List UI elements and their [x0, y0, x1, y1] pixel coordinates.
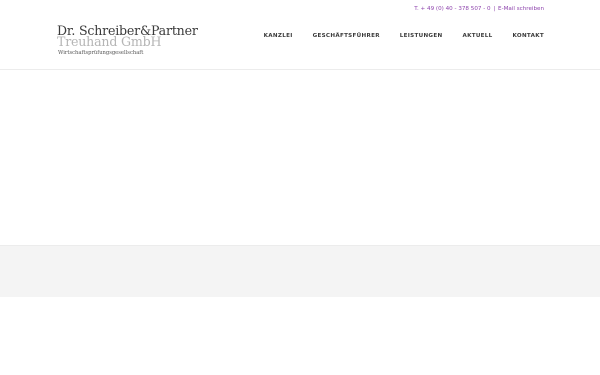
phone-link[interactable]: T. + 49 (0) 40 - 378 507 - 0	[414, 6, 490, 12]
contact-separator: |	[493, 6, 496, 12]
content-band	[0, 245, 600, 297]
nav-item-kanzlei[interactable]: KANZLEI	[264, 33, 293, 39]
company-logo[interactable]: Dr. Schreiber&Partner Treuhand GmbH Wirt…	[57, 24, 198, 60]
logo-tagline: Wirtschaftsprüfungsgesellschaft	[58, 50, 144, 56]
email-link[interactable]: E-Mail schreiben	[498, 6, 544, 12]
nav-item-kontakt[interactable]: KONTAKT	[513, 33, 544, 39]
main-navigation: KANZLEI GESCHÄFTSFÜHRER LEISTUNGEN AKTUE…	[264, 33, 544, 39]
nav-item-aktuell[interactable]: AKTUELL	[462, 33, 492, 39]
site-header: T. + 49 (0) 40 - 378 507 - 0 | E-Mail sc…	[0, 0, 600, 70]
logo-company-type: Treuhand GmbH	[57, 34, 162, 49]
nav-item-geschaeftsfuehrer[interactable]: GESCHÄFTSFÜHRER	[313, 33, 380, 39]
contact-bar: T. + 49 (0) 40 - 378 507 - 0 | E-Mail sc…	[414, 6, 544, 12]
nav-item-leistungen[interactable]: LEISTUNGEN	[400, 33, 443, 39]
